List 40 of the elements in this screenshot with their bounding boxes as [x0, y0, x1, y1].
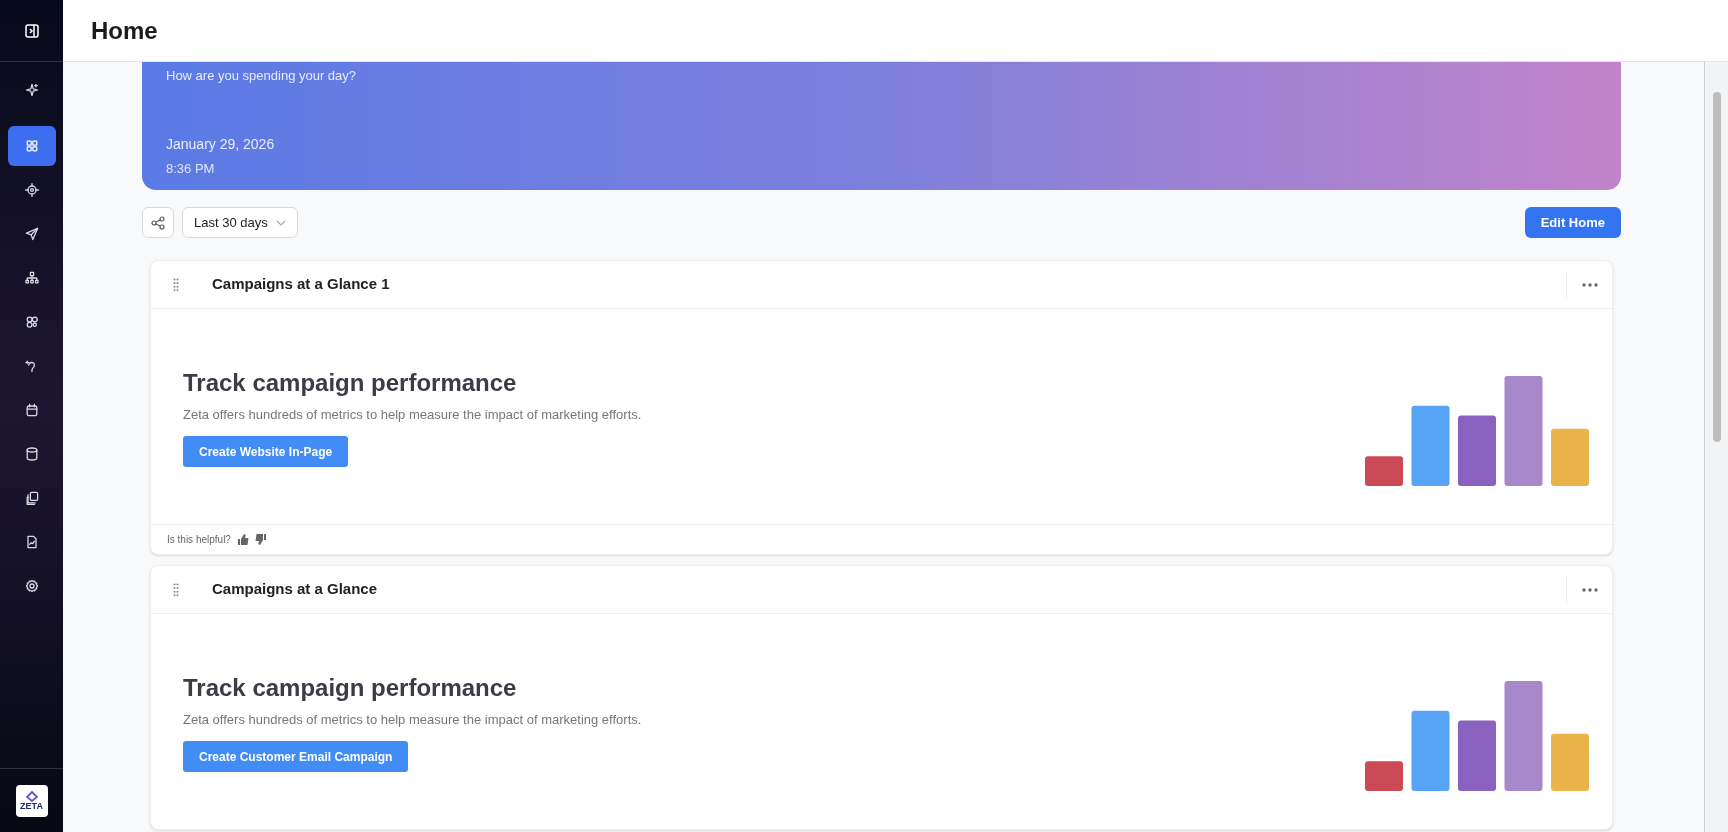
- card-description: Zeta offers hundreds of metrics to help measure the impact of marketing efforts.: [183, 405, 642, 424]
- card-title: Campaigns at a Glance 1: [212, 274, 390, 295]
- send-icon: [23, 226, 40, 242]
- thumbs-up-icon[interactable]: [236, 534, 249, 545]
- chart-bar: [1365, 456, 1403, 486]
- card-heading: Track campaign performance: [183, 367, 518, 398]
- share-button[interactable]: [142, 207, 174, 238]
- target-icon: [23, 182, 40, 198]
- banner-time: 8:36 PM: [166, 159, 216, 178]
- chart-bar: [1458, 720, 1496, 791]
- sparkle-icon: [23, 82, 40, 98]
- chart-bar: [1458, 415, 1496, 486]
- more-icon[interactable]: [1581, 587, 1598, 592]
- card-title: Campaigns at a Glance: [212, 579, 378, 600]
- card-heading: Track campaign performance: [183, 672, 518, 703]
- panel-toggle-icon[interactable]: [23, 22, 40, 39]
- sidebar-item[interactable]: [7, 126, 56, 166]
- card-description: Zeta offers hundreds of metrics to help measure the impact of marketing efforts.: [183, 710, 642, 729]
- chart-bar: [1551, 428, 1589, 486]
- date-range-dropdown[interactable]: Last 30 days: [182, 207, 298, 238]
- logo-text: ZETA: [20, 801, 43, 811]
- chart-bar: [1551, 733, 1589, 791]
- share-icon: [151, 215, 165, 230]
- logo-icon: [25, 790, 38, 802]
- drag-handle-icon[interactable]: [173, 582, 179, 597]
- drag-handle-icon[interactable]: [173, 277, 179, 292]
- page-title: Home: [91, 15, 158, 46]
- more-icon[interactable]: [1581, 282, 1598, 287]
- banner-date: January 29, 2026: [166, 134, 276, 154]
- chart-bar: [1365, 761, 1403, 791]
- edit-home-button[interactable]: Edit Home: [1524, 207, 1621, 238]
- create-button[interactable]: Create Website In-Page: [183, 436, 349, 467]
- hierarchy-icon: [23, 270, 40, 286]
- scrollbar-thumb[interactable]: [1713, 92, 1721, 442]
- thumbs-down-icon[interactable]: [254, 534, 267, 545]
- greeting-text: How are you spending your day?: [166, 67, 358, 85]
- feedback-prompt: Is this helpful?: [167, 533, 231, 547]
- settings-icon: [23, 578, 40, 594]
- chevron-down-icon: [275, 219, 286, 226]
- create-button[interactable]: Create Customer Email Campaign: [183, 741, 409, 772]
